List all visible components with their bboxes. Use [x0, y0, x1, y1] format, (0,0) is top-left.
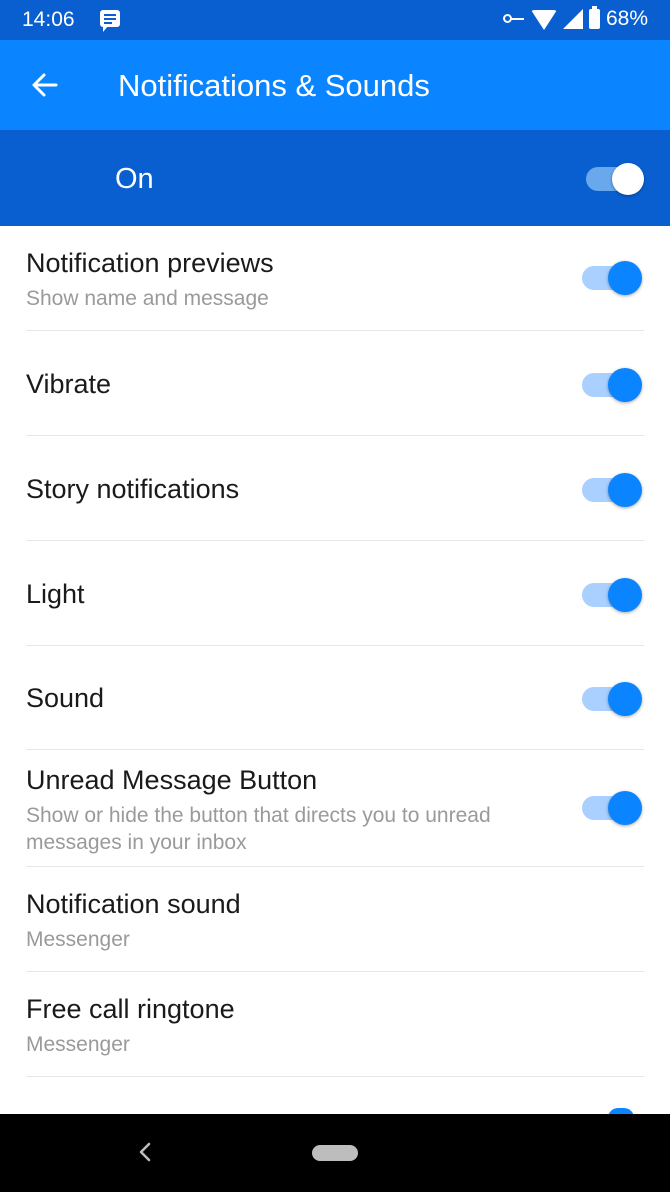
- sound-toggle[interactable]: [580, 678, 642, 718]
- nav-home-pill[interactable]: [312, 1145, 358, 1161]
- setting-title: Sound: [26, 683, 105, 713]
- setting-subtitle: Messenger: [26, 928, 130, 951]
- setting-story-notifications[interactable]: Story notifications: [0, 436, 670, 541]
- master-switch-label: On: [115, 163, 154, 195]
- setting-title: Light: [26, 579, 85, 609]
- setting-sound[interactable]: Sound: [0, 646, 670, 750]
- setting-subtitle: Messenger: [26, 1033, 130, 1056]
- story-notifications-toggle[interactable]: [580, 469, 642, 509]
- status-time: 14:06: [22, 8, 75, 31]
- setting-vibrate[interactable]: Vibrate: [0, 331, 670, 436]
- page-title: Notifications & Sounds: [118, 68, 430, 103]
- wifi-icon: [530, 10, 557, 30]
- vpn-key-icon: [502, 13, 525, 25]
- setting-notification-previews[interactable]: Notification previews Show name and mess…: [0, 226, 670, 331]
- master-switch-row[interactable]: On: [0, 130, 670, 226]
- light-toggle[interactable]: [580, 574, 642, 614]
- setting-unread-message-button[interactable]: Unread Message Button Show or hide the b…: [0, 750, 670, 867]
- notification-previews-toggle[interactable]: [580, 257, 642, 297]
- arrow-left-icon[interactable]: [30, 70, 60, 100]
- setting-title: Story notifications: [26, 474, 240, 504]
- setting-title: Notification previews: [26, 248, 274, 278]
- setting-title: Notification sound: [26, 889, 241, 919]
- setting-light[interactable]: Light: [0, 541, 670, 646]
- battery-icon: [588, 6, 600, 29]
- system-nav-bar: [0, 1114, 670, 1192]
- setting-notification-sound[interactable]: Notification sound Messenger: [0, 867, 670, 972]
- message-notification-icon: [100, 10, 120, 32]
- cell-signal-icon: [562, 9, 583, 29]
- app-bar: Notifications & Sounds: [0, 40, 670, 130]
- setting-subtitle: Show name and message: [26, 287, 269, 310]
- battery-percent: 68%: [605, 7, 648, 30]
- status-bar: 14:06 68%: [0, 0, 670, 40]
- setting-title: Unread Message Button: [26, 765, 318, 795]
- divider: [26, 1076, 644, 1077]
- master-switch-toggle[interactable]: [584, 158, 646, 198]
- vibrate-toggle[interactable]: [580, 364, 642, 404]
- unread-message-button-toggle[interactable]: [580, 787, 642, 827]
- setting-subtitle: Show or hide the button that directs you…: [26, 804, 491, 854]
- status-icons: 68%: [502, 6, 648, 31]
- setting-title: Free call ringtone: [26, 994, 235, 1024]
- nav-back-icon[interactable]: [138, 1141, 152, 1163]
- setting-title: Vibrate: [26, 369, 112, 399]
- setting-free-call-ringtone[interactable]: Free call ringtone Messenger: [0, 972, 670, 1077]
